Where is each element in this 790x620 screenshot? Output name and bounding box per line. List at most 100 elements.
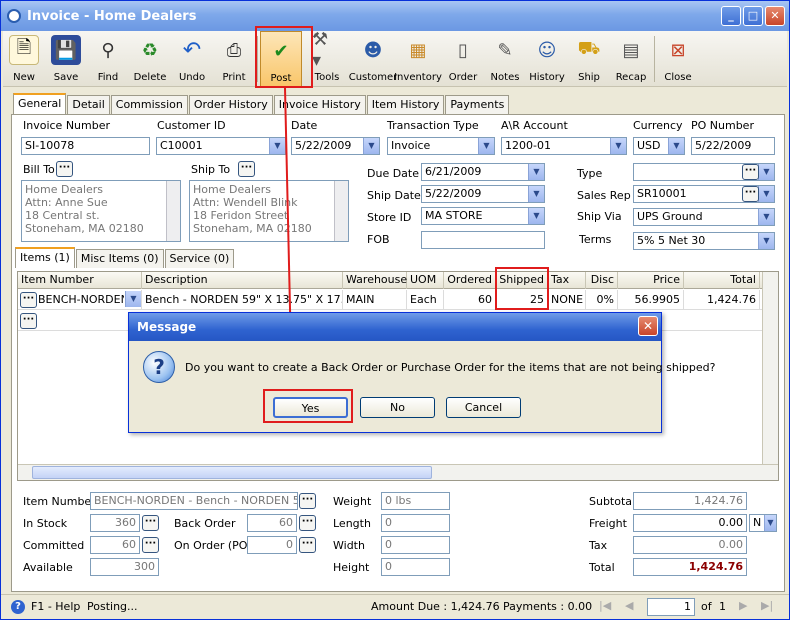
ship-to-address[interactable]: Home Dealers Attn: Wendell Blink 18 Feri… [189,180,349,242]
customer-button[interactable]: ☻ Customer [349,31,398,87]
cell-tax[interactable]: NONE [548,290,586,310]
grid-horizontal-scrollbar[interactable] [18,464,778,480]
cell-price[interactable]: 56.9905 [618,290,684,310]
sales-rep-lookup-button[interactable]: ··· [742,186,759,202]
item-number-lookup-button[interactable]: ··· [299,493,316,509]
chevron-down-icon[interactable]: ▼ [528,208,544,224]
date-combo[interactable]: 5/22/2009 ▼ [291,137,380,155]
tab-items[interactable]: Items (1) [15,247,75,268]
due-date-combo[interactable]: 6/21/2009 ▼ [421,163,545,181]
col-warehouse[interactable]: Warehouse [343,272,407,289]
new-button[interactable]: 🗎 New [3,31,45,87]
chevron-down-icon[interactable]: ▼ [528,164,544,180]
chevron-down-icon[interactable]: ▼ [478,138,494,154]
cancel-button[interactable]: Cancel [446,397,521,418]
scroll-thumb[interactable] [32,466,432,479]
terms-combo[interactable]: 5% 5 Net 30 ▼ [633,232,775,250]
next-page-icon[interactable]: ▶ [739,599,747,612]
store-id-combo[interactable]: MA STORE ▼ [421,207,545,225]
tab-service[interactable]: Service (0) [164,249,235,268]
chevron-down-icon[interactable]: ▼ [758,186,774,202]
bill-to-scrollbar[interactable] [166,181,180,241]
chevron-down-icon[interactable]: ▼ [363,138,379,154]
close-button[interactable]: ⊠ Close [657,31,699,87]
cell-description[interactable]: Bench - NORDEN 59" X 13.75" X 17.75" [142,290,343,310]
item-dropdown[interactable]: ▼ [124,291,141,309]
tab-misc-items[interactable]: Misc Items (0) [75,249,164,268]
chevron-down-icon[interactable]: ▼ [758,164,774,180]
tab-invoice-history[interactable]: Invoice History [273,95,366,114]
prev-page-icon[interactable]: ◀ [625,599,633,612]
col-price[interactable]: Price [618,272,684,289]
chevron-down-icon[interactable]: ▼ [758,233,774,249]
chevron-down-icon[interactable]: ▼ [668,138,684,154]
print-button[interactable]: ⎙ Print [213,31,255,87]
tab-general[interactable]: General [13,93,67,114]
ship-button[interactable]: ⛟ Ship [568,31,610,87]
type-lookup-button[interactable]: ··· [742,164,759,180]
col-tax[interactable]: Tax [548,272,586,289]
ar-account-combo[interactable]: 1200-01 ▼ [501,137,627,155]
help-icon[interactable]: ? [11,600,25,614]
bill-to-address[interactable]: Home Dealers Attn: Anne Sue 18 Central s… [21,180,181,242]
inventory-button[interactable]: ▦ Inventory [394,31,442,87]
table-row[interactable]: BENCH-NORDEN ··· ▼ Bench - NORDEN 59" X … [18,290,778,310]
bill-to-lookup-button[interactable]: ··· [56,161,73,177]
fob-field[interactable] [421,231,545,249]
item-lookup-button[interactable]: ··· [20,292,37,308]
tab-commission[interactable]: Commission [110,95,188,114]
grid-vertical-scrollbar[interactable] [762,272,778,464]
committed-lookup-button[interactable]: ··· [142,537,159,553]
col-description[interactable]: Description [142,272,343,289]
col-ordered[interactable]: Ordered [444,272,496,289]
notes-button[interactable]: ✎ Notes [484,31,526,87]
cell-uom[interactable]: Each [407,290,444,310]
history-button[interactable]: ☺ History [526,31,568,87]
cell-disc[interactable]: 0% [586,290,618,310]
transaction-type-combo[interactable]: Invoice ▼ [387,137,495,155]
no-button[interactable]: No [360,397,435,418]
cell-ordered[interactable]: 60 [444,290,496,310]
freight-field[interactable]: 0.00 [633,514,747,532]
chevron-down-icon[interactable]: ▼ [125,291,141,307]
maximize-button[interactable]: □ [743,6,763,26]
save-button[interactable]: 💾 Save [45,31,87,87]
tab-item-history[interactable]: Item History [366,95,445,114]
last-page-icon[interactable]: ▶| [761,599,773,612]
ship-date-combo[interactable]: 5/22/2009 ▼ [421,185,545,203]
col-disc[interactable]: Disc [586,272,618,289]
undo-button[interactable]: ↶ Undo [171,31,213,87]
col-uom[interactable]: UOM [407,272,444,289]
find-button[interactable]: ⚲ Find [87,31,129,87]
tab-detail[interactable]: Detail [67,95,110,114]
help-text[interactable]: F1 - Help [31,600,80,613]
ship-via-combo[interactable]: UPS Ground ▼ [633,208,775,226]
close-window-button[interactable]: ✕ [765,6,785,26]
page-number-field[interactable]: 1 [647,598,695,616]
chevron-down-icon[interactable]: ▼ [269,138,285,154]
col-item-number[interactable]: Item Number [18,272,142,289]
minimize-button[interactable]: _ [721,6,741,26]
chevron-down-icon[interactable]: ▼ [610,138,626,154]
tab-payments[interactable]: Payments [445,95,510,114]
first-page-icon[interactable]: |◀ [599,599,611,612]
chevron-down-icon[interactable]: ▼ [528,186,544,202]
recap-button[interactable]: ▤ Recap [610,31,652,87]
cell-total[interactable]: 1,424.76 [684,290,760,310]
on-order-lookup-button[interactable]: ··· [299,537,316,553]
in-stock-lookup-button[interactable]: ··· [142,515,159,531]
delete-button[interactable]: ♻ Delete [129,31,171,87]
cell-warehouse[interactable]: MAIN [343,290,407,310]
dialog-close-button[interactable]: ✕ [638,316,658,336]
chevron-down-icon[interactable]: ▼ [764,515,776,531]
po-number-field[interactable]: 5/22/2009 [691,137,775,155]
currency-combo[interactable]: USD ▼ [633,137,685,155]
tab-order-history[interactable]: Order History [188,95,273,114]
new-item-lookup-button[interactable]: ··· [20,313,37,329]
ship-to-scrollbar[interactable] [334,181,348,241]
chevron-down-icon[interactable]: ▼ [758,209,774,225]
invoice-number-field[interactable]: SI-10078 [21,137,150,155]
order-button[interactable]: ▯ Order [442,31,484,87]
back-order-lookup-button[interactable]: ··· [299,515,316,531]
col-total[interactable]: Total [684,272,760,289]
